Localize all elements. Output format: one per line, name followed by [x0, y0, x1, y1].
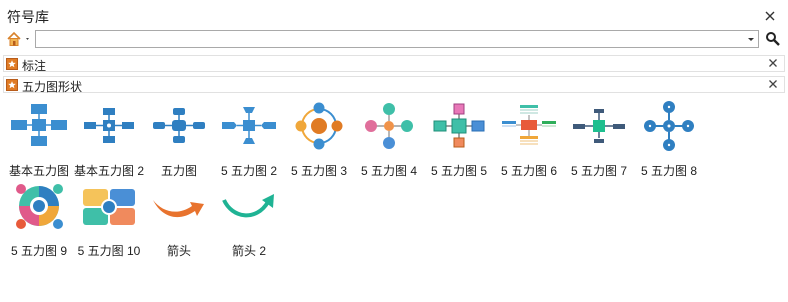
five-forces-4-icon: [365, 103, 413, 149]
close-category-icon[interactable]: [767, 78, 781, 92]
home-library-button[interactable]: [5, 30, 33, 48]
shape-label: 5 五力图 8: [640, 164, 698, 178]
shape-five-forces-10[interactable]: 5 五力图 10: [74, 178, 144, 258]
five-forces-10-icon: [83, 189, 135, 225]
five-forces-2-icon: [222, 107, 276, 144]
shape-arrow-2[interactable]: 箭头 2: [214, 178, 284, 258]
category-row-callouts[interactable]: 标注: [3, 55, 785, 73]
category-label: 标注: [22, 59, 47, 73]
search-button[interactable]: [765, 30, 781, 48]
panel-header: 符号库: [0, 0, 788, 30]
shape-five-forces-4[interactable]: 5 五力图 4: [354, 98, 424, 178]
star-folder-icon: [6, 58, 18, 70]
five-forces-icon: [153, 108, 205, 143]
category-row-five-forces[interactable]: 五力图形状: [3, 76, 785, 94]
library-toolbar: [0, 27, 788, 51]
category-label: 五力图形状: [22, 80, 83, 94]
home-icon: [7, 31, 29, 46]
shape-basic-five-forces-2[interactable]: 基本五力图 2: [74, 98, 144, 178]
shape-basic-five-forces[interactable]: 基本五力图: [4, 98, 74, 178]
close-category-icon[interactable]: [767, 57, 781, 71]
five-forces-3-icon: [295, 102, 343, 150]
search-icon: [766, 32, 780, 46]
shape-five-forces-7[interactable]: 5 五力图 7: [564, 98, 634, 178]
shape-five-forces-5[interactable]: 5 五力图 5: [424, 98, 494, 178]
panel-title: 符号库: [7, 9, 49, 25]
basic-five-forces-2-icon: [84, 108, 134, 143]
shape-five-forces-2[interactable]: 5 五力图 2: [214, 98, 284, 178]
search-input[interactable]: [35, 30, 759, 48]
five-forces-5-icon: [433, 103, 485, 148]
shape-five-forces-3[interactable]: 5 五力图 3: [284, 98, 354, 178]
arrow-icon: [153, 200, 204, 218]
star-folder-icon: [6, 79, 18, 91]
shape-five-forces-9[interactable]: 5 五力图 9: [4, 178, 74, 258]
chevron-down-icon[interactable]: [746, 31, 756, 47]
shape-arrow[interactable]: 箭头: [144, 178, 214, 258]
five-forces-6-icon: [502, 105, 556, 145]
shape-five-forces-8[interactable]: 5 五力图 8: [634, 98, 704, 178]
shape-five-forces[interactable]: 五力图: [144, 98, 214, 178]
five-forces-7-icon: [573, 109, 625, 143]
shape-label: 箭头 2: [231, 244, 266, 258]
shape-five-forces-6[interactable]: 5 五力图 6: [494, 98, 564, 178]
five-forces-8-icon: [644, 101, 694, 151]
five-forces-9-icon: [16, 184, 63, 229]
symbol-library-panel: 符号库 标注 五力图形状 基本五力图 基本五力图 2 五力图 5 五力图 2 5…: [0, 0, 788, 302]
basic-five-forces-icon: [11, 104, 67, 146]
close-panel-icon[interactable]: [764, 10, 778, 24]
arrow-2-icon: [222, 194, 274, 218]
